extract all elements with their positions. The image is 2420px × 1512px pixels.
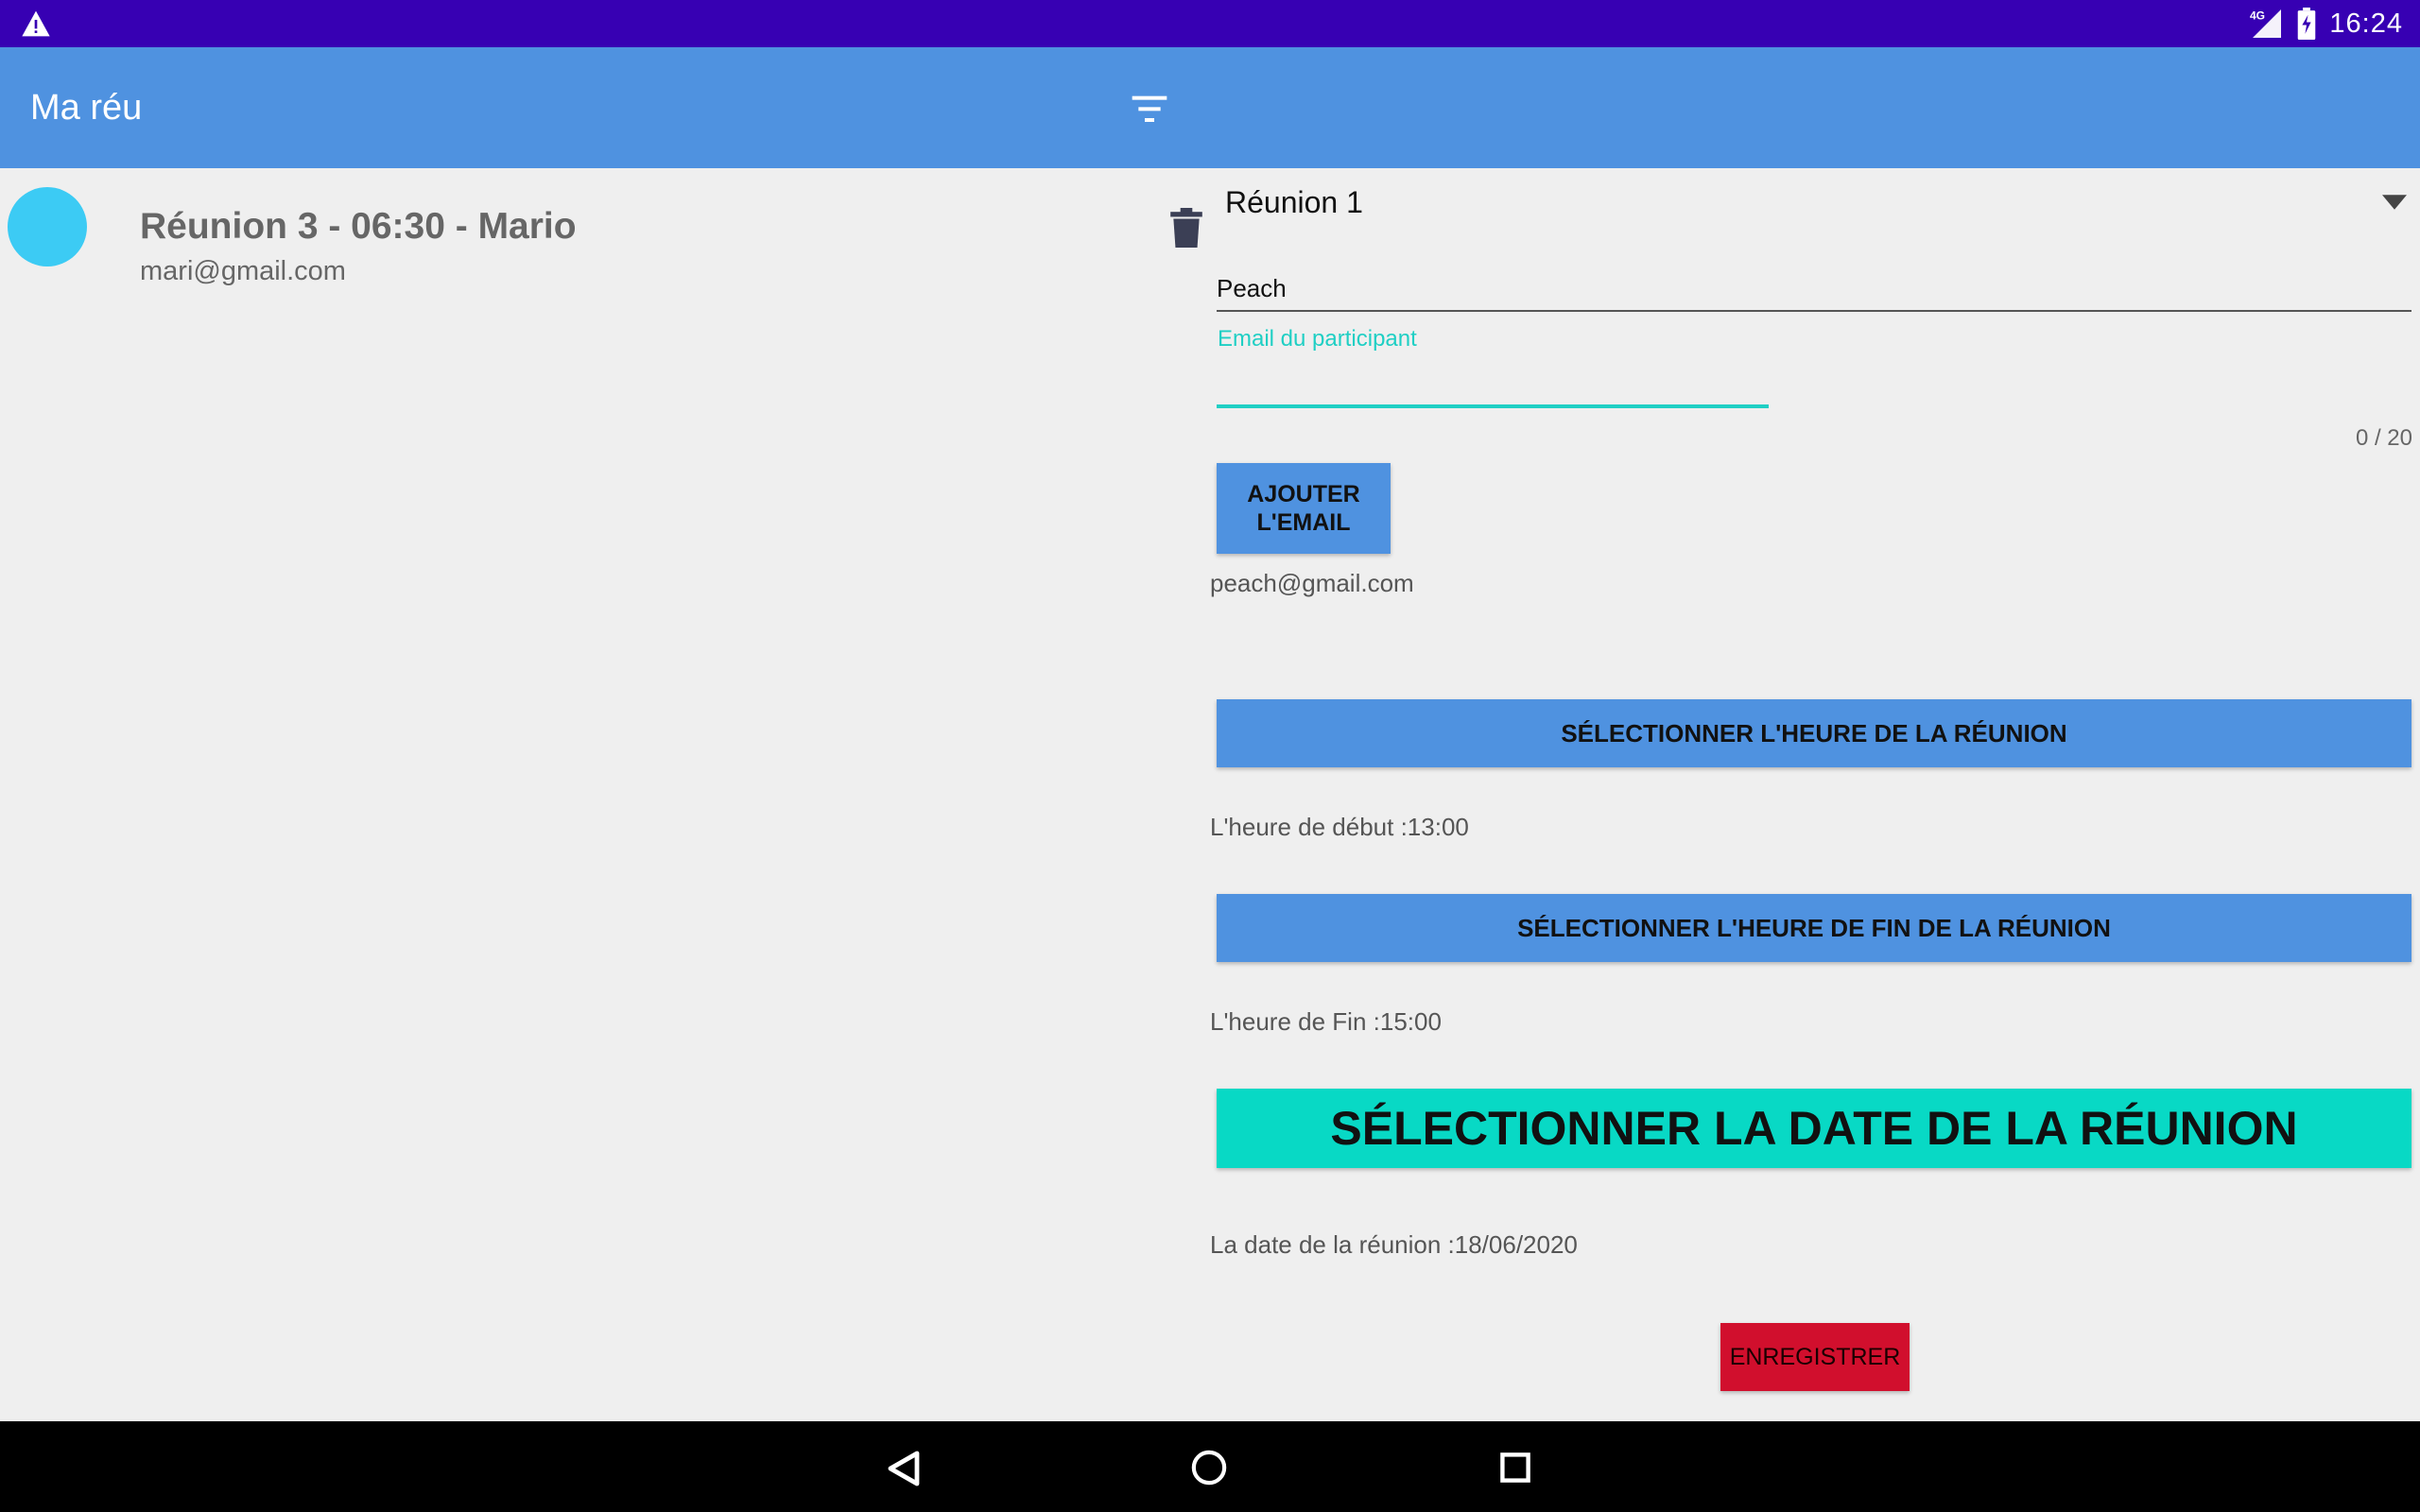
svg-text:4G: 4G xyxy=(2250,9,2265,23)
avatar xyxy=(8,187,87,266)
start-time-text: L'heure de début :13:00 xyxy=(1210,813,1469,841)
delete-icon[interactable] xyxy=(1170,208,1202,248)
dropdown-arrow-icon xyxy=(2382,195,2407,210)
room-spinner-value: Réunion 1 xyxy=(1225,185,1363,219)
status-time: 16:24 xyxy=(2329,8,2403,39)
select-end-time-button[interactable]: SÉLECTIONNER L'HEURE DE FIN DE LA RÉUNIO… xyxy=(1217,894,2411,962)
signal-icon: 4G xyxy=(2250,9,2282,38)
room-spinner[interactable]: Réunion 1 xyxy=(1210,168,2420,236)
app-title: Ma réu xyxy=(30,88,143,128)
meeting-date-text: La date de la réunion :18/06/2020 xyxy=(1210,1230,1578,1259)
meeting-list-item[interactable]: Réunion 3 - 06:30 - Mario mari@gmail.com xyxy=(0,168,1202,301)
select-start-time-button[interactable]: SÉLECTIONNER L'HEURE DE LA RÉUNION xyxy=(1217,699,2411,767)
status-icons: 4G 16:24 xyxy=(2250,0,2403,47)
email-input[interactable] xyxy=(1217,357,1769,408)
home-icon[interactable] xyxy=(1191,1450,1227,1486)
end-time-text: L'heure de Fin :15:00 xyxy=(1210,1007,1442,1036)
app-bar: Ma réu xyxy=(0,47,2420,168)
filter-icon[interactable] xyxy=(1131,93,1168,125)
save-button[interactable]: ENREGISTRER xyxy=(1720,1323,1910,1391)
back-icon[interactable] xyxy=(887,1450,921,1487)
meeting-email: mari@gmail.com xyxy=(140,256,346,286)
add-email-button[interactable]: AJOUTER L'EMAIL xyxy=(1217,463,1391,554)
meeting-title: Réunion 3 - 06:30 - Mario xyxy=(140,206,577,247)
email-char-counter: 0 / 20 xyxy=(2355,425,2412,451)
select-date-button[interactable]: SÉLECTIONNER LA DATE DE LA RÉUNION xyxy=(1217,1089,2411,1168)
email-label: Email du participant xyxy=(1218,326,1417,352)
status-bar: 4G 16:24 xyxy=(0,0,2420,47)
name-field[interactable] xyxy=(1217,266,2411,312)
battery-charging-icon xyxy=(2298,8,2316,40)
added-email-text: peach@gmail.com xyxy=(1210,569,1414,597)
warning-icon xyxy=(22,10,50,37)
navigation-bar xyxy=(0,1421,2420,1512)
recents-icon[interactable] xyxy=(1500,1452,1530,1483)
name-input[interactable] xyxy=(1217,266,2411,310)
